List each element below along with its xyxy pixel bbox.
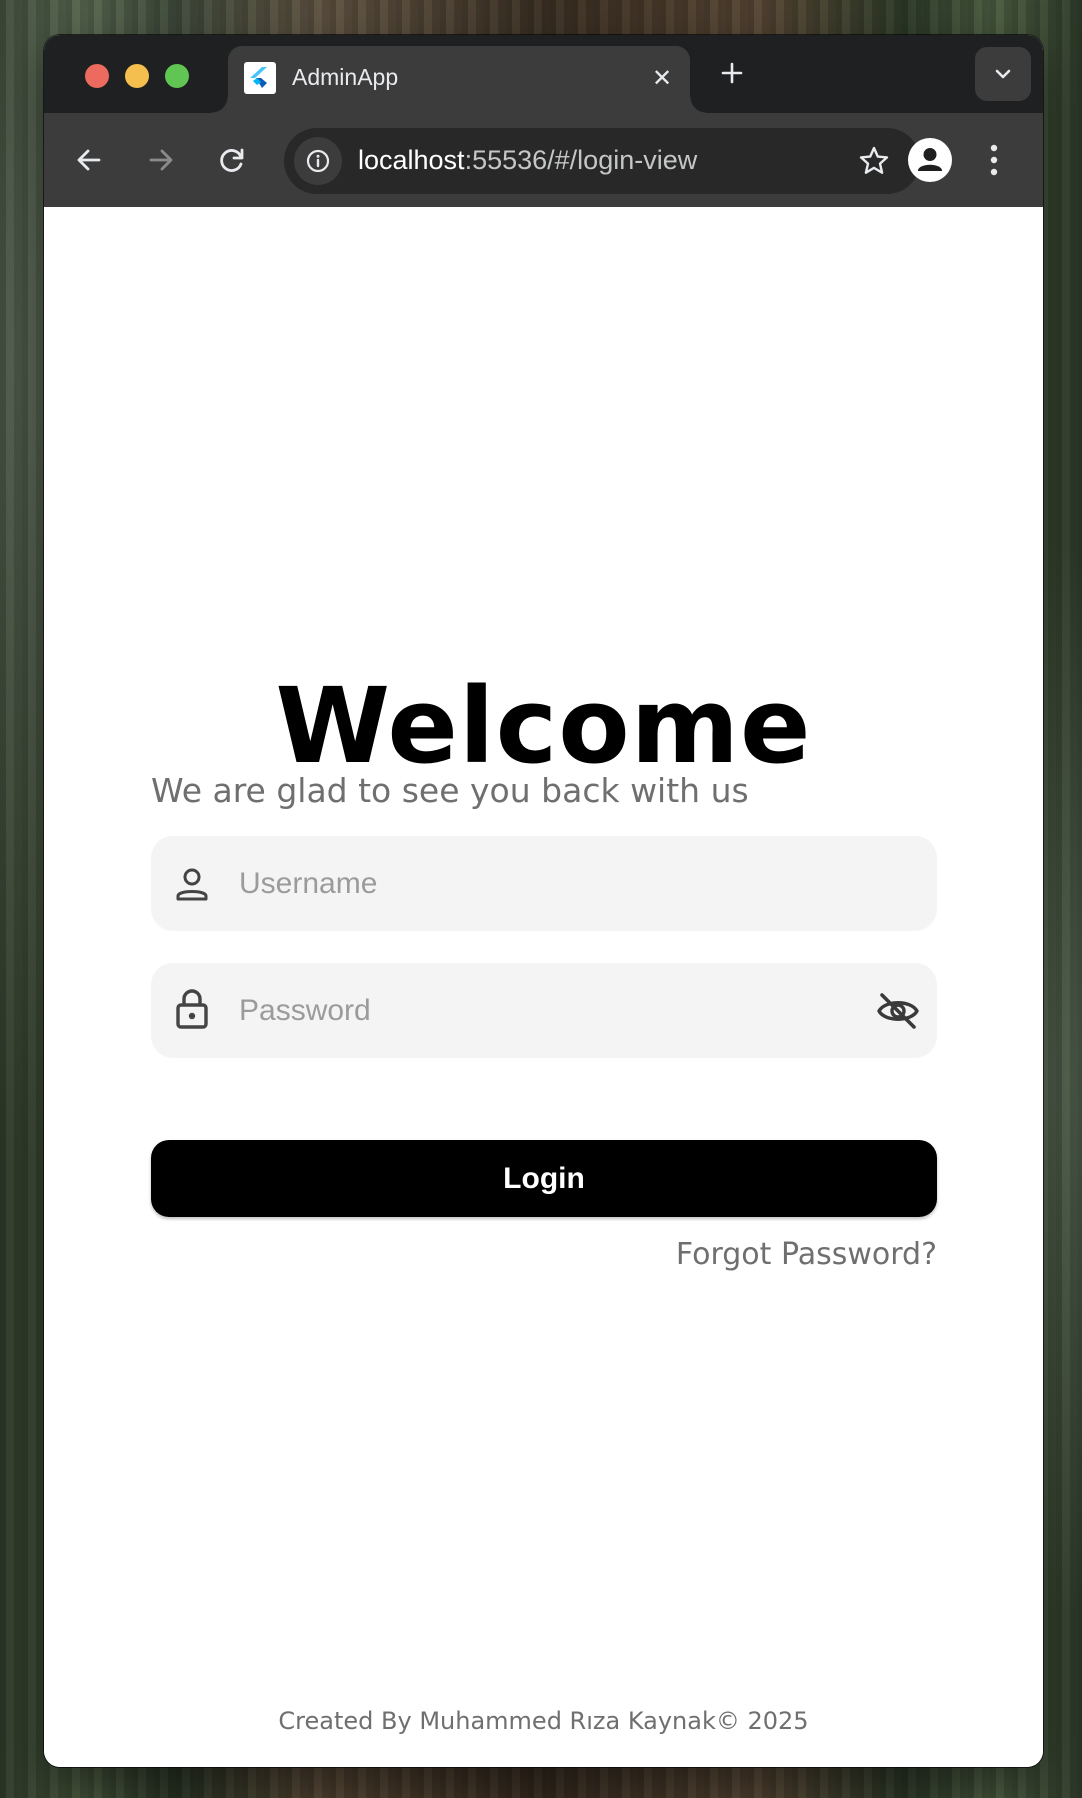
login-button[interactable]: Login xyxy=(151,1140,937,1217)
tab-strip: AdminApp ✕ xyxy=(44,35,1043,113)
forward-button[interactable] xyxy=(141,140,181,180)
username-input[interactable] xyxy=(239,836,839,931)
tab-search-button[interactable] xyxy=(975,47,1031,101)
flutter-icon xyxy=(244,62,276,94)
minimize-window-button[interactable] xyxy=(125,64,149,88)
page-subtitle: We are glad to see you back with us xyxy=(151,771,749,810)
url-path: :55536/#/login-view xyxy=(464,145,698,175)
page-title: Welcome xyxy=(275,665,812,787)
site-info-button[interactable] xyxy=(294,137,342,185)
profile-button[interactable] xyxy=(908,138,952,182)
footer-credit: Created By Muhammed Rıza Kaynak© 2025 xyxy=(278,1707,809,1735)
address-bar[interactable]: localhost:55536/#/login-view xyxy=(284,128,920,194)
forgot-password-link[interactable]: Forgot Password? xyxy=(676,1237,937,1272)
url-host: localhost xyxy=(358,145,465,175)
browser-toolbar: localhost:55536/#/login-view xyxy=(44,113,1043,207)
tab-adminapp[interactable]: AdminApp ✕ xyxy=(212,46,706,113)
browser-window: AdminApp ✕ localhost:55536/#/login-view … xyxy=(44,35,1043,1767)
username-field[interactable] xyxy=(151,836,937,931)
maximize-window-button[interactable] xyxy=(165,64,189,88)
page-content: Welcome We are glad to see you back with… xyxy=(44,207,1043,1767)
chevron-down-icon xyxy=(995,69,1011,79)
browser-menu-button[interactable] xyxy=(984,138,1004,182)
bookmark-button[interactable] xyxy=(856,143,892,183)
back-button[interactable] xyxy=(69,140,109,180)
close-window-button[interactable] xyxy=(85,64,109,88)
password-field[interactable] xyxy=(151,963,937,1058)
kebab-menu-icon xyxy=(990,144,998,176)
tab-title: AdminApp xyxy=(292,64,399,90)
star-icon xyxy=(859,146,889,174)
profile-icon xyxy=(909,139,951,181)
eye-off-icon[interactable] xyxy=(875,988,921,1034)
close-tab-icon[interactable]: ✕ xyxy=(646,62,678,94)
arrow-left-icon xyxy=(77,149,101,171)
url-text[interactable]: localhost:55536/#/login-view xyxy=(358,145,697,176)
reload-button[interactable] xyxy=(212,140,252,180)
person-icon xyxy=(173,865,211,907)
info-icon xyxy=(306,149,330,173)
lock-icon xyxy=(173,989,211,1034)
arrow-right-icon xyxy=(149,149,173,171)
reload-icon xyxy=(220,148,244,172)
plus-icon[interactable] xyxy=(714,55,750,91)
password-input[interactable] xyxy=(239,963,839,1058)
